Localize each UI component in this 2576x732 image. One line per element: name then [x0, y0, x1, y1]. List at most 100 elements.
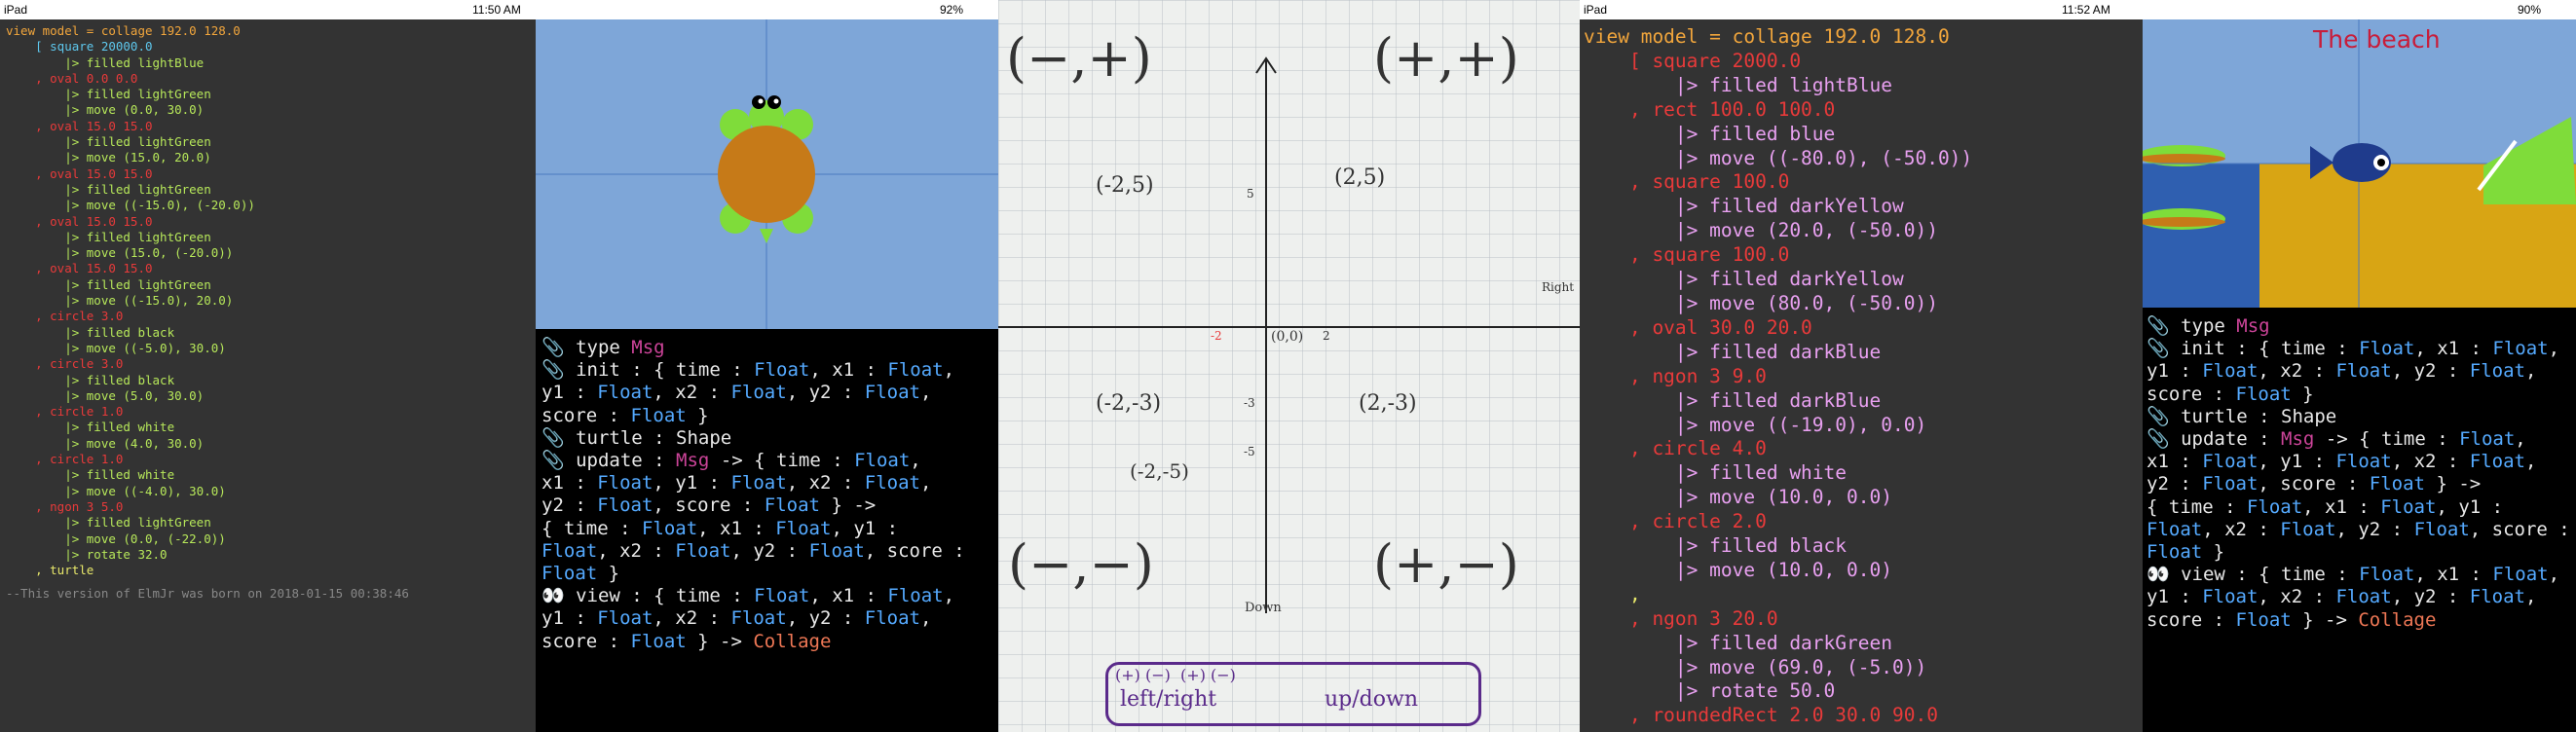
code-line[interactable]: view model = collage 192.0 128.0	[1584, 25, 2143, 50]
code-line[interactable]: |> filled lightGreen	[6, 134, 536, 150]
code-line[interactable]: |> filled darkYellow	[1584, 195, 2143, 219]
point-label: (2,-3)	[1359, 391, 1417, 416]
code-line[interactable]: |> filled darkGreen	[1584, 632, 2143, 656]
code-line[interactable]: , circle 1.0	[6, 404, 536, 420]
code-line[interactable]: , ngon 3 9.0	[1584, 365, 2143, 389]
type-line: y1 : Float, x2 : Float, y2 : Float,	[2147, 360, 2537, 383]
status-bar-far-right: 90%	[2143, 0, 2576, 19]
code-line[interactable]: |> filled white	[6, 420, 536, 435]
code-line[interactable]: |> filled lightBlue	[1584, 74, 2143, 98]
code-line[interactable]: |> move (10.0, 0.0)	[1584, 559, 2143, 583]
turtle-svg	[536, 19, 998, 329]
code-line[interactable]: , oval 15.0 15.0	[6, 119, 536, 134]
code-line[interactable]: |> filled lightGreen	[6, 230, 536, 245]
code-line[interactable]: |> move ((-15.0), (-20.0))	[6, 198, 536, 213]
editor-panel-left: iPad 11:50 AM view model = collage 192.0…	[0, 0, 536, 732]
type-line: Float, x2 : Float, y2 : Float, score :	[2147, 518, 2570, 540]
type-line: score : Float }	[541, 404, 709, 426]
code-editor-right[interactable]: view model = collage 192.0 128.0 [ squar…	[1580, 25, 2143, 732]
code-line[interactable]: |> move (69.0, (-5.0))	[1584, 656, 2143, 680]
code-line[interactable]: [ square 2000.0	[1584, 50, 2143, 74]
code-line[interactable]: |> filled black	[6, 373, 536, 388]
code-line[interactable]: |> move ((-80.0), (-50.0))	[1584, 147, 2143, 171]
turtle-shell	[718, 126, 815, 223]
code-line[interactable]: |> move (0.0, (-22.0))	[6, 531, 536, 547]
code-line[interactable]: , circle 3.0	[6, 309, 536, 324]
code-line[interactable]: |> filled darkBlue	[1584, 389, 2143, 414]
tick-label-5: 5	[1247, 187, 1254, 201]
type-line: 📎 type Msg	[2147, 315, 2270, 337]
code-line[interactable]: , turtle	[6, 563, 536, 578]
type-line: Float }	[541, 563, 620, 585]
code-line[interactable]: |> filled white	[6, 467, 536, 483]
code-line[interactable]: |> move ((-15.0), 20.0)	[6, 293, 536, 309]
point-label: (-2,5)	[1096, 173, 1154, 198]
type-line: y1 : Float, x2 : Float, y2 : Float,	[541, 382, 932, 404]
code-line[interactable]: , oval 30.0 20.0	[1584, 316, 2143, 341]
code-line[interactable]: |> filled lightGreen	[6, 182, 536, 198]
type-line: y2 : Float, score : Float } ->	[2147, 473, 2482, 495]
beach-svg	[2143, 19, 2576, 308]
legend-sign-row: (+) (−) (+) (−)	[1115, 666, 1236, 684]
code-line[interactable]: ,	[1584, 583, 2143, 607]
code-line[interactable]: , circle 3.0	[6, 356, 536, 372]
code-line[interactable]: |> move (15.0, 20.0)	[6, 150, 536, 165]
type-line: 📎 update : Msg -> { time : Float,	[541, 450, 921, 472]
code-line[interactable]: |> rotate 32.0	[6, 547, 536, 563]
type-signature-panel: 📎 type Msg 📎 init : { time : Float, x1 : …	[536, 329, 998, 732]
code-line[interactable]: |> move (5.0, 30.0)	[6, 388, 536, 404]
code-line[interactable]: , oval 15.0 15.0	[6, 261, 536, 276]
code-line[interactable]: , rect 100.0 100.0	[1584, 98, 2143, 123]
code-line[interactable]: |> filled darkYellow	[1584, 268, 2143, 292]
code-line[interactable]: |> move ((-4.0), 30.0)	[6, 484, 536, 499]
turtle-output-panel: 11:50 AM 92% 📎 type Msg📎 init : { time :…	[536, 0, 998, 732]
code-line[interactable]: |> filled black	[1584, 534, 2143, 559]
type-line: y1 : Float, x2 : Float, y2 : Float,	[2147, 586, 2537, 608]
grid-paper	[998, 0, 1580, 732]
code-line[interactable]: |> move (0.0, 30.0)	[6, 102, 536, 118]
code-line[interactable]: |> move ((-19.0), 0.0)	[1584, 414, 2143, 438]
code-editor[interactable]: view model = collage 192.0 128.0 [ squar…	[0, 23, 536, 732]
code-line[interactable]: |> filled blue	[1584, 123, 2143, 147]
code-line[interactable]: , circle 2.0	[1584, 510, 2143, 534]
type-line: { time : Float, x1 : Float, y1 :	[2147, 495, 2504, 518]
code-line[interactable]: |> move (80.0, (-50.0))	[1584, 292, 2143, 316]
axis-label-right: Right	[1542, 280, 1575, 294]
code-line[interactable]: |> filled darkBlue	[1584, 341, 2143, 365]
sea	[2143, 164, 2259, 308]
code-line[interactable]: |> filled lightGreen	[6, 515, 536, 531]
code-line[interactable]: , roundedRect 2.0 30.0 90.0	[1584, 704, 2143, 728]
code-line[interactable]: |> move (10.0, 0.0)	[1584, 486, 2143, 510]
code-line[interactable]: , oval 15.0 15.0	[6, 214, 536, 230]
code-line[interactable]: |> filled black	[6, 325, 536, 341]
code-line[interactable]: |> move (20.0, (-50.0))	[1584, 219, 2143, 243]
code-line[interactable]: |> move ((-5.0), 30.0)	[6, 341, 536, 356]
code-line[interactable]: , square 100.0	[1584, 243, 2143, 268]
code-line[interactable]: , oval 0.0 0.0	[6, 71, 536, 87]
code-line[interactable]: |> filled lightGreen	[6, 277, 536, 293]
quad-label-top-right: (+,+)	[1373, 27, 1519, 89]
code-line[interactable]: |> move (15.0, (-20.0))	[6, 245, 536, 261]
code-line[interactable]: , ngon 3 20.0	[1584, 607, 2143, 632]
device-label-right: iPad	[1584, 3, 1608, 17]
code-line[interactable]: |> rotate 50.0	[1584, 679, 2143, 704]
code-line[interactable]: |> filled lightGreen	[6, 87, 536, 102]
status-bar-left: iPad 11:50 AM	[0, 0, 536, 19]
code-line[interactable]: , circle 4.0	[1584, 437, 2143, 461]
code-line[interactable]: [ square 20000.0	[6, 39, 536, 55]
code-line[interactable]: |> filled white	[1584, 461, 2143, 486]
code-line[interactable]: view model = collage 192.0 128.0	[6, 23, 536, 39]
code-line[interactable]: |> move (4.0, 30.0)	[6, 436, 536, 452]
battery-label: 92%	[940, 3, 964, 17]
code-line[interactable]: , circle 1.0	[6, 452, 536, 467]
status-bar-mid: 11:50 AM 92%	[536, 0, 998, 19]
type-line: score : Float }	[2147, 383, 2314, 405]
code-line[interactable]: |> filled lightBlue	[6, 55, 536, 71]
code-line[interactable]: , square 100.0	[1584, 170, 2143, 195]
code-line[interactable]: , ngon 3 5.0	[6, 499, 536, 515]
code-line[interactable]: , oval 15.0 15.0	[6, 166, 536, 182]
type-line: x1 : Float, y1 : Float, x2 : Float,	[2147, 451, 2537, 473]
type-line: 📎 update : Msg -> { time : Float,	[2147, 428, 2526, 451]
type-signature-panel-right: 📎 type Msg 📎 init : { time : Float, x1 : …	[2143, 308, 2576, 732]
type-line: 📎 type Msg	[541, 337, 665, 358]
